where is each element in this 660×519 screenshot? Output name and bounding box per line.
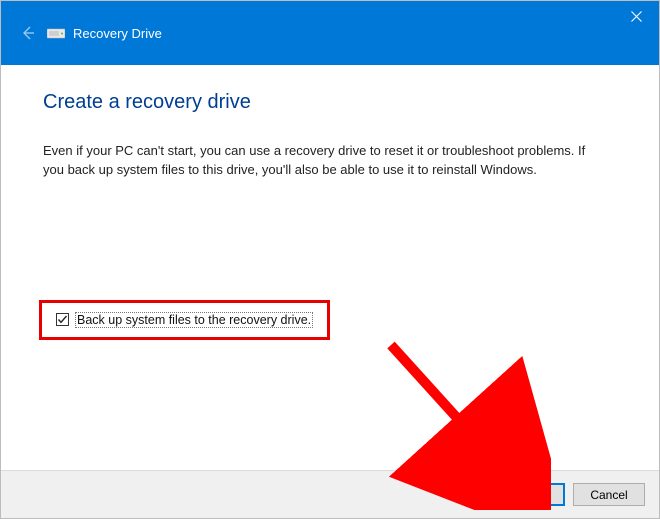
window-title: Recovery Drive — [73, 26, 162, 41]
back-button[interactable] — [17, 22, 39, 44]
backup-files-label: Back up system files to the recovery dri… — [75, 312, 313, 328]
next-rest: ext — [525, 488, 541, 502]
annotation-highlight-box: Back up system files to the recovery dri… — [39, 300, 330, 340]
drive-icon — [47, 26, 65, 40]
close-button[interactable] — [613, 1, 659, 31]
titlebar: Recovery Drive — [1, 1, 659, 65]
close-icon — [631, 11, 642, 22]
checkmark-icon — [57, 314, 68, 325]
page-heading: Create a recovery drive — [43, 91, 617, 114]
backup-files-checkbox[interactable] — [56, 313, 69, 326]
next-button[interactable]: Next — [493, 483, 565, 506]
content-area: Create a recovery drive Even if your PC … — [1, 65, 659, 470]
cancel-button[interactable]: Cancel — [573, 483, 645, 506]
footer: Next Cancel — [1, 470, 659, 518]
recovery-drive-window: Recovery Drive Create a recovery drive E… — [0, 0, 660, 519]
description-text: Even if your PC can't start, you can use… — [43, 142, 598, 180]
back-arrow-icon — [20, 25, 36, 41]
